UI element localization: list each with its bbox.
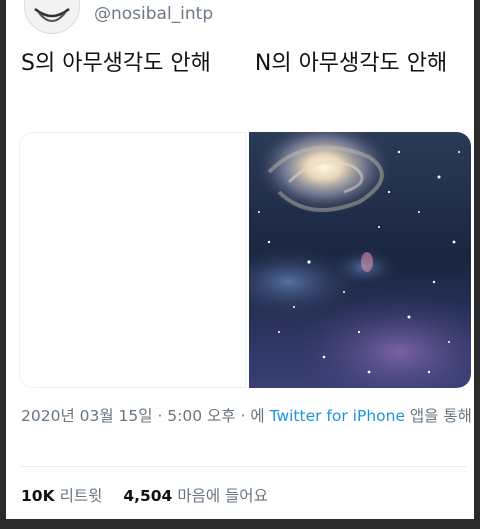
tweet-text-s: S의 아무생각도 안해 [21,51,211,76]
tweet-source-link[interactable]: Twitter for iPhone [270,407,405,425]
retweets-count: 10K [21,487,55,505]
divider [21,466,466,467]
user-handle[interactable]: @nosibal_intp [94,4,213,24]
retweets-label: 리트윗 [59,487,103,505]
tweet-source-suffix: 앱을 통해 [409,407,472,425]
likes-stat[interactable]: 4,504 마음에 들어요 [123,487,268,505]
tweet-text-n: N의 아무생각도 안해 [254,51,448,76]
likes-label: 마음에 들어요 [177,487,268,505]
tweet-stats: 10K 리트윗 4,504 마음에 들어요 [21,484,284,506]
tweet-timestamp[interactable]: 2020년 03월 15일 · 5:00 오후 · 에 [21,407,265,425]
tweet-card: @nosibal_intp S의 아무생각도 안해 N의 아무생각도 안해 20… [6,0,474,519]
user-avatar[interactable] [24,0,80,34]
blank-white-image[interactable] [19,132,246,388]
tweet-meta: 2020년 03월 15일 · 5:00 오후 · 에 Twitter for … [21,404,473,429]
retweets-stat[interactable]: 10K 리트윗 [21,487,102,505]
tweet-text: S의 아무생각도 안해 N의 아무생각도 안해 [21,48,466,80]
tweet-media [19,132,471,388]
likes-count: 4,504 [123,487,173,505]
galaxy-space-image[interactable] [249,132,471,388]
